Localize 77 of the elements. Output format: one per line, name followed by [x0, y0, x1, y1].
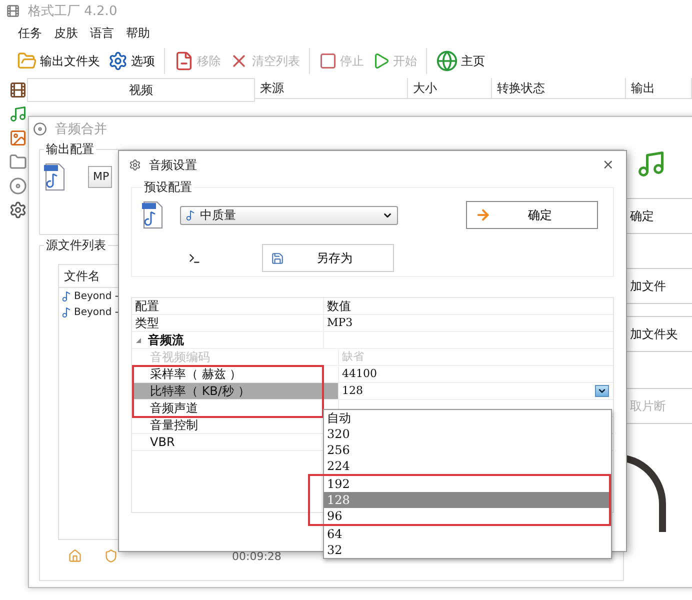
dropdown-option[interactable]: 128 [324, 492, 609, 508]
dropdown-option[interactable]: 224 [324, 458, 611, 474]
audio-file-icon [142, 200, 164, 230]
property-value: 128 [342, 383, 363, 399]
category-name: 音频流 [148, 332, 184, 348]
music-file-icon [636, 149, 666, 179]
ok-button[interactable]: 确定 [466, 201, 598, 229]
home-icon [68, 549, 82, 563]
menu-item[interactable]: 任务 [18, 24, 42, 42]
settings-icon [108, 51, 128, 71]
toolbar-button[interactable]: 主页 [433, 48, 488, 74]
app-icon [6, 4, 20, 18]
window-title: 音频合并 [55, 121, 107, 138]
file-name[interactable]: Beyond - [74, 290, 119, 302]
property-name: 比特率（ KB/秒 ） [132, 383, 338, 399]
property-name: 音频声道 [149, 400, 199, 416]
shield-icon [104, 549, 118, 563]
group-title: 源文件列表 [45, 237, 107, 254]
column-header: 配置 [134, 298, 160, 314]
menu-item[interactable]: 语言 [90, 24, 114, 42]
preset-combobox[interactable]: 中质量 [180, 206, 398, 224]
globe-icon [436, 50, 458, 72]
duration-text: 00:09:28 [232, 550, 282, 562]
dropdown-option[interactable]: 32 [324, 542, 611, 558]
app-icon [33, 122, 47, 136]
property-name: 音视频编码 [149, 349, 211, 365]
property-value: 缺省 [342, 349, 364, 365]
note-icon [61, 306, 72, 318]
column-header: 输出 [626, 78, 692, 98]
dropdown-option[interactable]: 256 [324, 442, 611, 458]
folder-icon [9, 153, 27, 171]
save-as-button[interactable]: 另存为 [262, 244, 394, 272]
action-button[interactable]: 确定 [624, 198, 692, 234]
file-minus-icon [174, 51, 194, 71]
dropdown-option[interactable]: 320 [324, 426, 611, 442]
category-header[interactable]: 视频 [27, 78, 255, 102]
dropdown-option[interactable]: 自动 [324, 410, 611, 426]
profile-combobox[interactable]: MP [88, 166, 112, 188]
property-value: MP3 [327, 315, 353, 331]
action-button[interactable]: 加文件 [624, 268, 692, 304]
group-title: 预设配置 [143, 179, 193, 196]
dropdown-option[interactable]: 64 [324, 526, 611, 542]
file-name[interactable]: Beyond - [74, 306, 119, 318]
property-name: 类型 [134, 315, 160, 331]
menu-item[interactable]: 皮肤 [54, 24, 78, 42]
property-name: 采样率（ 赫兹 ） [149, 366, 243, 382]
folder-icon [17, 51, 37, 71]
column-header: 数值 [327, 298, 351, 314]
caret-icon [597, 386, 607, 396]
menu-item[interactable]: 帮助 [126, 24, 150, 42]
audio-file-icon [44, 162, 66, 192]
arrow-icon [475, 207, 491, 223]
image-icon [9, 129, 27, 147]
save-icon [271, 252, 284, 264]
terminal-icon [188, 252, 201, 264]
music-icon [9, 105, 27, 123]
toolbar-button[interactable]: 输出文件夹 [14, 49, 103, 73]
action-button[interactable]: 加文件夹 [624, 316, 692, 352]
column-header: 大小 [408, 78, 492, 98]
disc-icon [9, 177, 27, 195]
column-header: 来源 [255, 78, 408, 98]
property-value: 44100 [342, 366, 377, 382]
note-icon [185, 210, 196, 220]
dropdown-button[interactable] [595, 385, 609, 397]
app-icon [129, 159, 141, 171]
property-name: 音量控制 [149, 417, 199, 433]
column-header: 转换状态 [492, 78, 626, 98]
collapse-icon[interactable] [135, 336, 142, 344]
group-title: 输出配置 [45, 141, 95, 158]
play-icon [372, 52, 390, 70]
note-icon [61, 290, 72, 302]
toolbar-button[interactable]: 选项 [105, 49, 158, 73]
film-icon [9, 81, 27, 99]
stop-icon [319, 52, 337, 70]
dialog-title: 音频设置 [149, 156, 197, 174]
close-button[interactable]: × [600, 157, 616, 173]
window-title: 格式工厂 4.2.0 [28, 3, 118, 20]
